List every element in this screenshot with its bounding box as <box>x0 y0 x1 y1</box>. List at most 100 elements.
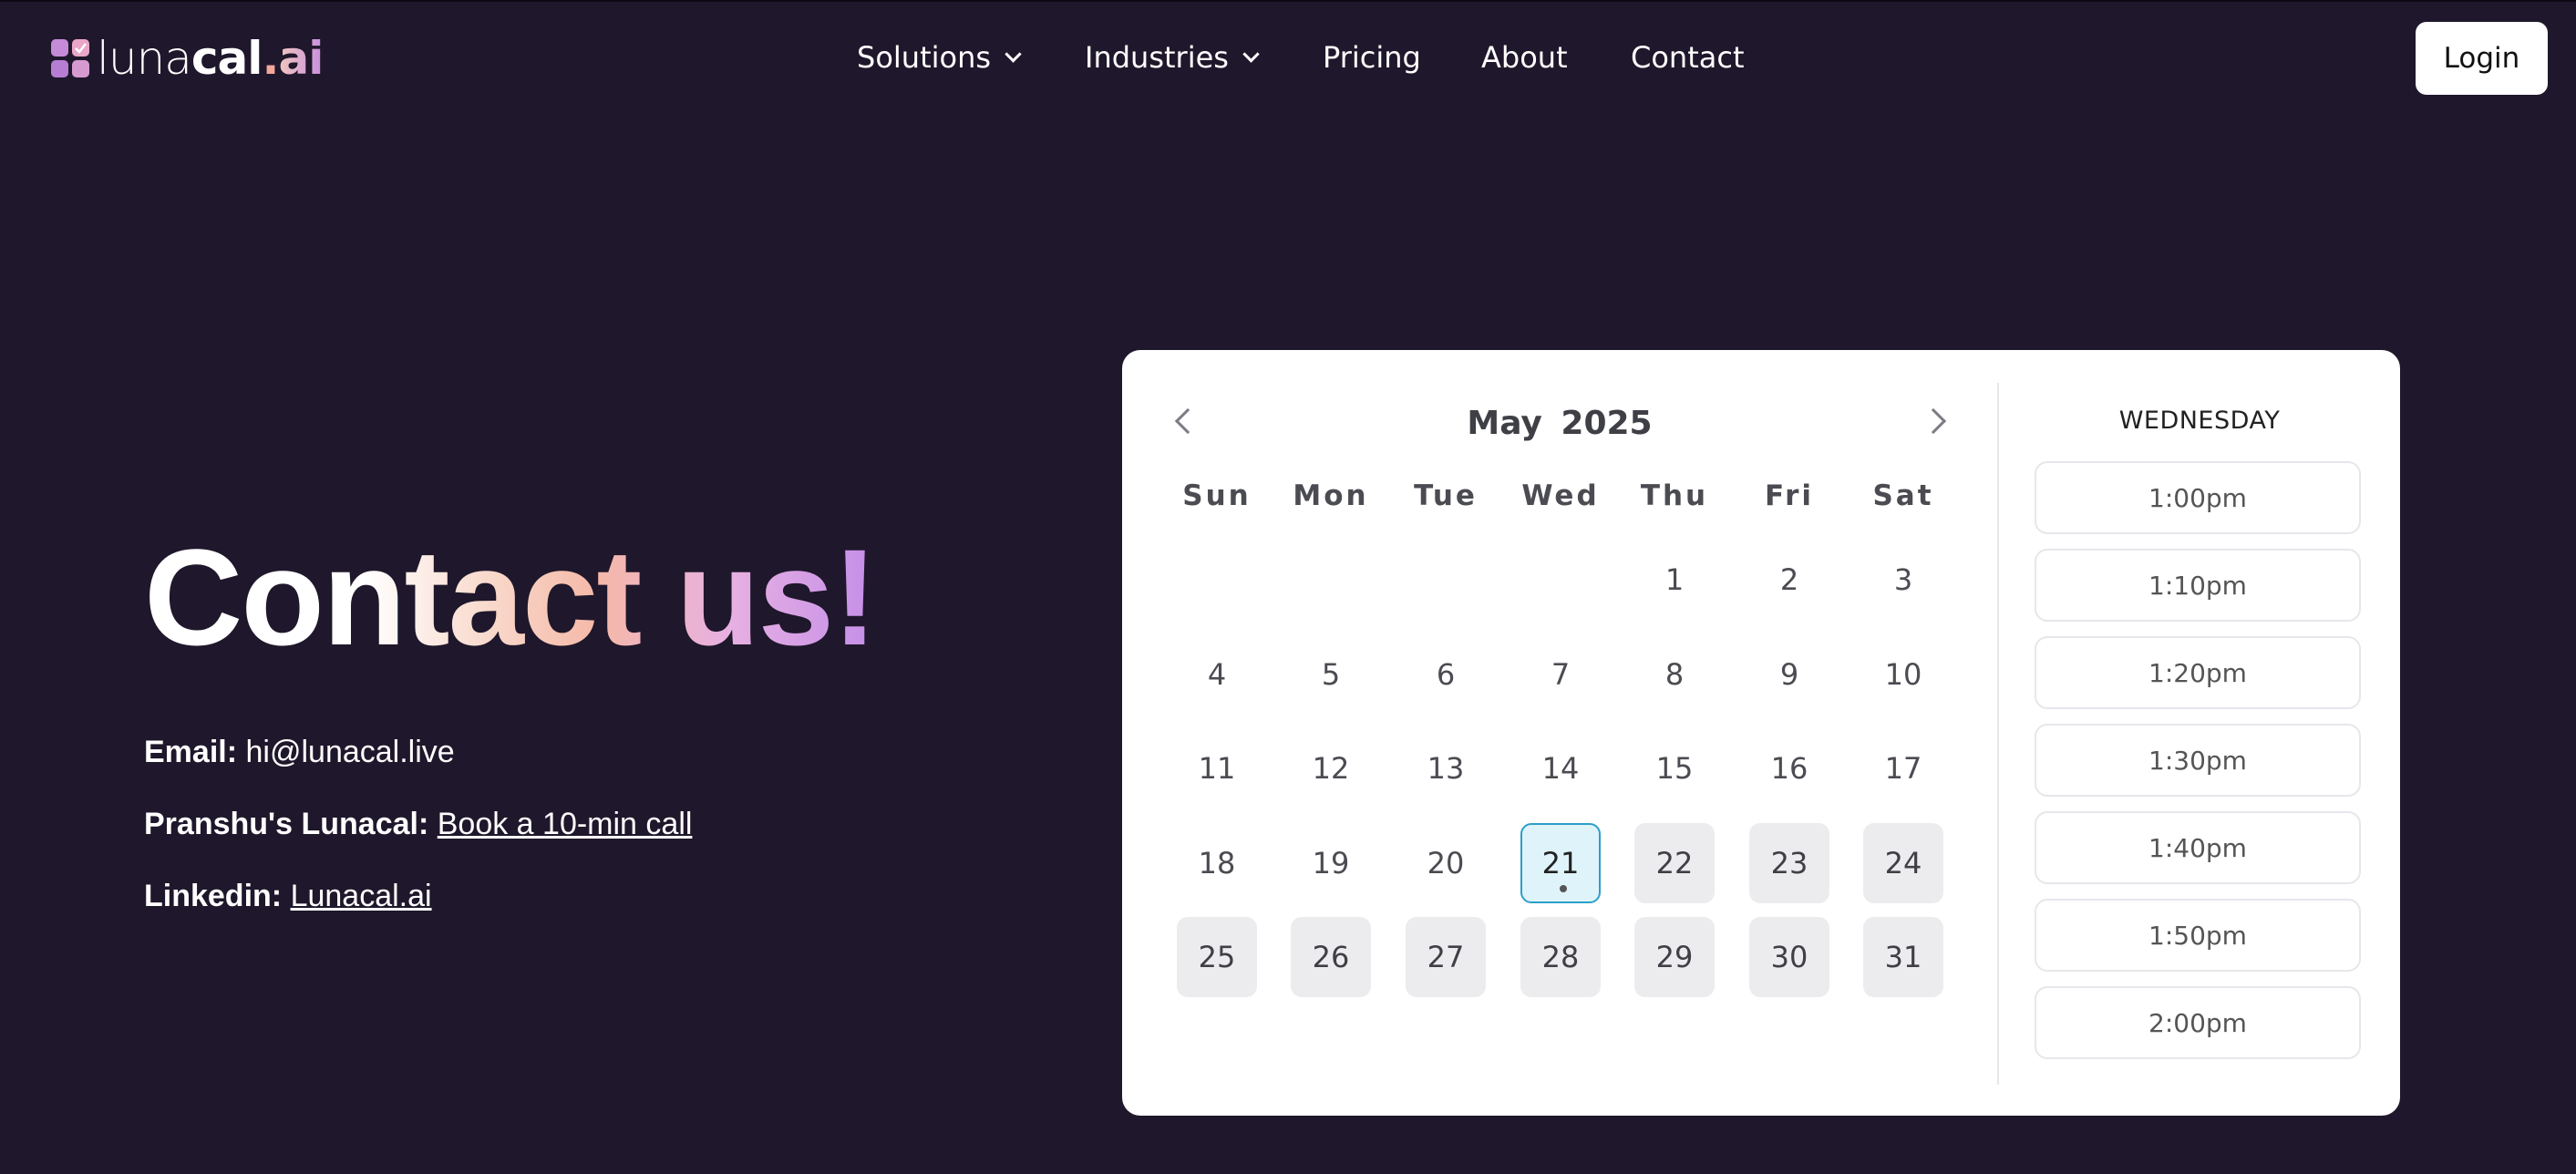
calendar-day-number: 30 <box>1770 940 1808 974</box>
email-label: Email: <box>144 735 238 769</box>
time-slot-button[interactable]: 1:00pm <box>2035 461 2361 534</box>
calendar-day: 2 <box>1749 540 1829 620</box>
calendar-day: 18 <box>1177 823 1257 903</box>
calendar-day-number: 14 <box>1541 751 1580 786</box>
calendar-day: 8 <box>1634 634 1715 715</box>
calendar-day: 14 <box>1520 728 1601 808</box>
nav-pricing-label: Pricing <box>1323 40 1421 75</box>
calendar-day-selected[interactable]: 21 <box>1520 823 1601 903</box>
calendar-day-number: 19 <box>1312 846 1350 880</box>
calendar-day: 7 <box>1520 634 1601 715</box>
calendar-day-number: 11 <box>1198 751 1236 786</box>
weekday-header-sat: Sat <box>1872 479 1934 512</box>
calendar-day[interactable]: 22 <box>1634 823 1715 903</box>
weekday-header-wed: Wed <box>1521 479 1600 512</box>
calendar-day: 3 <box>1863 540 1943 620</box>
lunacal-line: Pranshu's Lunacal: Book a 10-min call <box>144 807 692 842</box>
calendar-day-number: 1 <box>1664 562 1685 597</box>
calendar-day[interactable]: 24 <box>1863 823 1943 903</box>
weekday-header-mon: Mon <box>1293 479 1369 512</box>
calendar-day-number: 22 <box>1655 846 1694 880</box>
nav-about-label: About <box>1481 40 1568 75</box>
calendar-day-number: 23 <box>1770 846 1808 880</box>
calendar-day[interactable]: 23 <box>1749 823 1829 903</box>
weekday-header-tue: Tue <box>1414 479 1478 512</box>
nav-about[interactable]: About <box>1481 40 1568 75</box>
calendar-day: 9 <box>1749 634 1829 715</box>
calendar-day-number: 12 <box>1312 751 1350 786</box>
calendar-day: 12 <box>1291 728 1371 808</box>
nav-contact-label: Contact <box>1631 40 1745 75</box>
calendar-day-number: 8 <box>1664 657 1685 692</box>
calendar-day-number: 5 <box>1321 657 1341 692</box>
today-dot-icon <box>1560 885 1567 892</box>
login-button[interactable]: Login <box>2416 22 2548 95</box>
month-name: May <box>1467 405 1542 442</box>
calendar-day-number: 10 <box>1884 657 1922 692</box>
nav-solutions-label: Solutions <box>857 40 992 75</box>
calendar-day[interactable]: 31 <box>1863 917 1943 997</box>
calendar-day: 5 <box>1291 634 1371 715</box>
calendar-divider <box>1997 383 1999 1085</box>
calendar-day: 15 <box>1634 728 1715 808</box>
month-title: May 2025 <box>1122 405 1997 442</box>
logo-grid-icon <box>51 39 89 77</box>
calendar-day-number: 31 <box>1884 940 1922 974</box>
calendar-day-number: 18 <box>1198 846 1236 880</box>
calendar-day[interactable]: 28 <box>1520 917 1601 997</box>
calendar-day[interactable]: 25 <box>1177 917 1257 997</box>
calendar-day[interactable]: 26 <box>1291 917 1371 997</box>
lunacal-label: Pranshu's Lunacal: <box>144 807 429 841</box>
calendar-day-number: 2 <box>1779 562 1799 597</box>
nav-contact[interactable]: Contact <box>1631 40 1745 75</box>
month-year: 2025 <box>1561 405 1653 442</box>
email-line: Email: hi@lunacal.live <box>144 735 455 770</box>
selected-weekday-label: WEDNESDAY <box>2118 407 2281 435</box>
linkedin-line: Linkedin: Lunacal.ai <box>144 879 432 914</box>
calendar-day-number: 16 <box>1770 751 1808 786</box>
time-slot-button[interactable]: 2:00pm <box>2035 986 2361 1059</box>
nav-solutions[interactable]: Solutions <box>857 40 1022 75</box>
booking-calendar-card: May 2025 WEDNESDAY Sun Mon Tue Wed Thu Fri Sat… <box>1122 350 2400 1116</box>
linkedin-link[interactable]: Lunacal.ai <box>291 879 432 913</box>
calendar-day-number: 27 <box>1427 940 1465 974</box>
time-slot-button[interactable]: 1:40pm <box>2035 811 2361 884</box>
calendar-day-number: 26 <box>1312 940 1350 974</box>
lunacal-logo[interactable]: luna cal. ai <box>51 32 324 85</box>
calendar-day-number: 28 <box>1541 940 1580 974</box>
calendar-day: 16 <box>1749 728 1829 808</box>
calendar-day[interactable]: 29 <box>1634 917 1715 997</box>
calendar-day-number: 15 <box>1655 751 1694 786</box>
page-title: Contact us! <box>144 520 878 674</box>
nav-industries[interactable]: Industries <box>1085 40 1260 75</box>
calendar-day[interactable]: 27 <box>1406 917 1486 997</box>
linkedin-label: Linkedin: <box>144 879 283 913</box>
time-slot-button[interactable]: 1:10pm <box>2035 549 2361 622</box>
logo-wordmark: luna cal. ai <box>97 32 324 85</box>
calendar-day-number: 3 <box>1893 562 1913 597</box>
time-slot-button[interactable]: 1:30pm <box>2035 724 2361 797</box>
chevron-down-icon <box>1005 45 1022 63</box>
calendar-day-number: 7 <box>1551 657 1571 692</box>
calendar-day: 19 <box>1291 823 1371 903</box>
nav-industries-label: Industries <box>1085 40 1229 75</box>
time-slot-button[interactable]: 1:50pm <box>2035 899 2361 972</box>
calendar-day-number: 29 <box>1655 940 1694 974</box>
nav-pricing[interactable]: Pricing <box>1323 40 1421 75</box>
calendar-day[interactable]: 30 <box>1749 917 1829 997</box>
calendar-day-number: 21 <box>1541 846 1580 880</box>
weekday-header-fri: Fri <box>1764 479 1815 512</box>
calendar-day-number: 25 <box>1198 940 1236 974</box>
email-value: hi@lunacal.live <box>245 735 455 769</box>
calendar-day: 4 <box>1177 634 1257 715</box>
calendar-day-number: 9 <box>1779 657 1799 692</box>
top-border <box>0 0 2576 2</box>
calendar-day-number: 4 <box>1207 657 1227 692</box>
calendar-day: 17 <box>1863 728 1943 808</box>
calendar-day: 1 <box>1634 540 1715 620</box>
chevron-down-icon <box>1242 45 1260 63</box>
calendar-day: 10 <box>1863 634 1943 715</box>
weekday-header-sun: Sun <box>1182 479 1252 512</box>
book-call-link[interactable]: Book a 10-min call <box>438 807 693 841</box>
time-slot-button[interactable]: 1:20pm <box>2035 636 2361 709</box>
